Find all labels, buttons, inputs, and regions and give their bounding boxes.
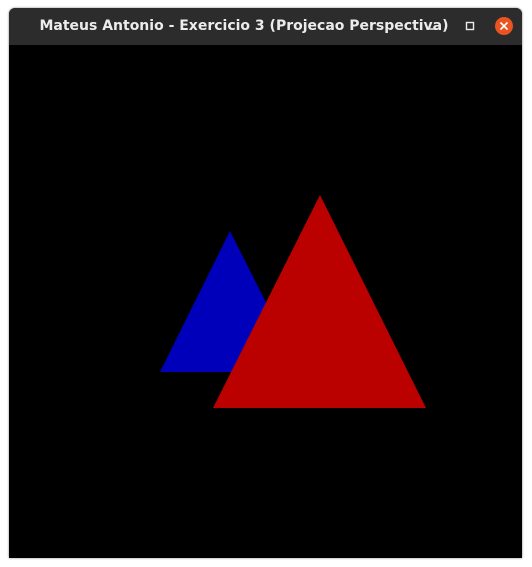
scene-svg [9, 45, 522, 558]
minimize-icon [430, 28, 438, 30]
minimize-button[interactable] [425, 16, 445, 36]
window-title: Mateus Antonio - Exercicio 3 (Projecao P… [39, 18, 449, 34]
title-bar[interactable]: Mateus Antonio - Exercicio 3 (Projecao P… [9, 8, 522, 45]
maximize-icon [465, 21, 475, 31]
close-icon [495, 17, 513, 35]
maximize-button[interactable] [460, 16, 480, 36]
close-button[interactable] [494, 16, 514, 36]
app-window: Mateus Antonio - Exercicio 3 (Projecao P… [9, 8, 522, 558]
render-canvas[interactable] [9, 45, 522, 558]
